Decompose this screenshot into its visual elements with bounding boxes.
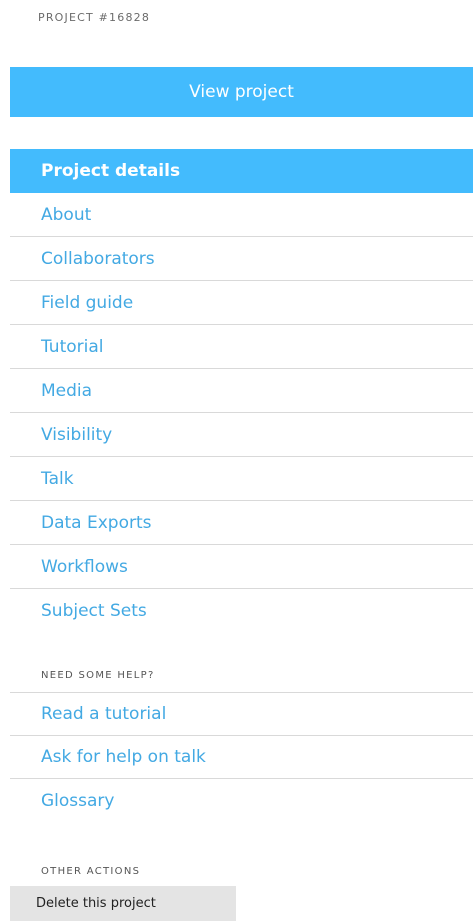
project-sidebar: PROJECT #16828 View project Project deta… [0, 0, 473, 921]
help-item-read-tutorial[interactable]: Read a tutorial [10, 693, 473, 736]
nav-item-media[interactable]: Media [10, 369, 473, 413]
nav-item-field-guide[interactable]: Field guide [10, 281, 473, 325]
nav-item-tutorial[interactable]: Tutorial [10, 325, 473, 369]
nav-item-subject-sets[interactable]: Subject Sets [10, 589, 473, 633]
other-actions-label: OTHER ACTIONS [41, 866, 141, 877]
nav-item-about[interactable]: About [10, 193, 473, 237]
help-item-glossary[interactable]: Glossary [10, 779, 473, 822]
help-item-ask-talk[interactable]: Ask for help on talk [10, 736, 473, 779]
delete-project-button[interactable]: Delete this project [10, 886, 236, 921]
nav-item-visibility[interactable]: Visibility [10, 413, 473, 457]
project-nav: Project details About Collaborators Fiel… [10, 149, 473, 633]
nav-item-project-details[interactable]: Project details [10, 149, 473, 193]
nav-item-data-exports[interactable]: Data Exports [10, 501, 473, 545]
nav-item-collaborators[interactable]: Collaborators [10, 237, 473, 281]
view-project-button[interactable]: View project [10, 67, 473, 117]
project-id-label: PROJECT #16828 [38, 11, 151, 24]
nav-item-talk[interactable]: Talk [10, 457, 473, 501]
help-section-label: NEED SOME HELP? [41, 670, 155, 681]
nav-item-workflows[interactable]: Workflows [10, 545, 473, 589]
help-nav: Read a tutorial Ask for help on talk Glo… [10, 692, 473, 822]
